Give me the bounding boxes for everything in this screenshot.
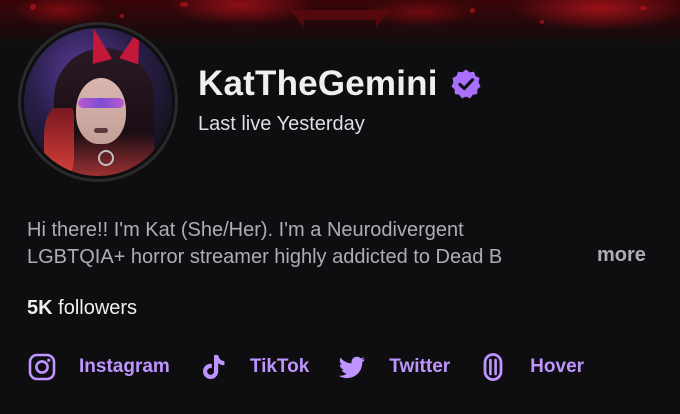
social-link-twitter[interactable]: Twitter — [337, 352, 450, 382]
channel-bio: Hi there!! I'm Kat (She/Her). I'm a Neur… — [27, 217, 657, 271]
social-label: TikTok — [249, 356, 310, 377]
last-live-status: Last live Yesterday — [198, 113, 365, 135]
social-label: Hover — [530, 356, 585, 377]
verified-badge-icon — [451, 69, 481, 99]
hover-icon — [483, 353, 503, 381]
tiktok-icon — [202, 355, 225, 379]
followers-count: 5K followers — [27, 297, 137, 320]
instagram-icon — [28, 353, 56, 381]
followers-label: followers — [58, 297, 138, 319]
bio-line-2: LGBTQIA+ horror streamer highly addicted… — [27, 244, 597, 271]
bio-more-button[interactable]: more — [597, 244, 646, 267]
channel-name-row: KatTheGemini — [198, 62, 482, 106]
social-label: Instagram — [79, 356, 170, 377]
social-link-instagram[interactable]: Instagram — [27, 352, 170, 382]
followers-number: 5K — [27, 297, 53, 319]
twitter-icon — [338, 356, 366, 379]
social-label: Twitter — [389, 356, 451, 377]
channel-name[interactable]: KatTheGemini — [198, 64, 438, 104]
social-link-tiktok[interactable]: TikTok — [198, 352, 309, 382]
bio-line-1: Hi there!! I'm Kat (She/Her). I'm a Neur… — [27, 219, 464, 241]
social-link-hover[interactable]: Hover — [478, 352, 584, 382]
avatar[interactable] — [24, 28, 172, 176]
social-links: Instagram TikTok Twitter Hover — [27, 347, 612, 387]
